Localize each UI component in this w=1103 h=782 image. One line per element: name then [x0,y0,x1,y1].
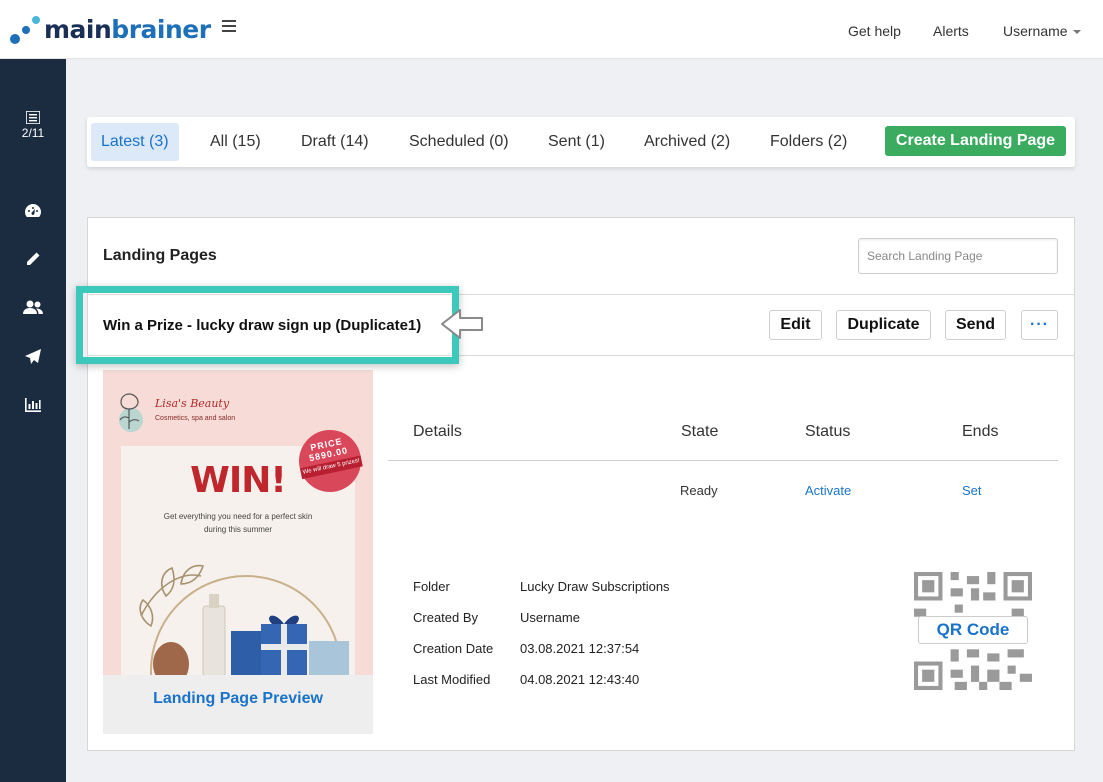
more-options-button[interactable]: ··· [1021,310,1058,340]
preview-text: Get everything you need for a perfect sk… [163,512,313,534]
header-details: Details [413,423,462,440]
highlight-frame [76,286,459,364]
meta-value-folder: Lucky Draw Subscriptions [520,579,670,594]
tab-scheduled[interactable]: Scheduled (0) [399,123,519,161]
table-divider [388,460,1058,461]
list-icon [26,111,40,124]
rose-logo-icon [119,393,143,432]
logo-dots-icon [10,14,44,46]
header-ends: Ends [962,423,999,440]
mainbrainer-logo[interactable]: mainbrainer [10,14,211,46]
pencil-icon [27,252,40,265]
edit-button[interactable]: Edit [769,310,822,340]
sidebar: 2/11 [0,59,66,782]
header-status: Status [805,423,851,440]
panel-title: Landing Pages [103,247,217,264]
get-help-link[interactable]: Get help [848,23,901,39]
tab-folders[interactable]: Folders (2) [760,123,857,161]
meta-label-folder: Folder [413,579,450,594]
user-menu[interactable]: Username [1003,23,1081,39]
sidebar-item-reports[interactable] [0,398,66,412]
username-label: Username [1003,23,1068,39]
preview-label-link[interactable]: Landing Page Preview [103,690,373,708]
sidebar-item-send[interactable] [0,349,66,365]
meta-label-last-modified: Last Modified [413,672,491,687]
duplicate-button[interactable]: Duplicate [836,310,931,340]
logo-text: mainbrainer [44,15,211,44]
search-input[interactable] [858,238,1058,274]
tab-latest[interactable]: Latest (3) [91,123,179,161]
tab-bar: Latest (3) All (15) Draft (14) Scheduled… [87,117,1075,167]
alerts-link[interactable]: Alerts [933,23,969,39]
sidebar-item-dashboard[interactable] [0,203,66,218]
activate-link[interactable]: Activate [805,483,851,498]
sidebar-count: 2/11 [21,126,45,140]
qr-code-button[interactable]: QR Code [918,616,1028,644]
state-value: Ready [680,483,718,498]
bar-chart-icon [25,398,41,412]
header-state: State [681,423,719,440]
sidebar-item-contacts[interactable] [0,300,66,315]
preview-image: Lisa's Beauty Cosmetics, spa and salon W… [103,370,373,675]
caret-down-icon [1072,30,1081,35]
meta-value-created-by: Username [520,610,580,625]
meta-value-last-modified: 04.08.2021 12:43:40 [520,672,640,687]
tab-archived[interactable]: Archived (2) [634,123,740,161]
meta-label-creation-date: Creation Date [413,641,494,656]
users-icon [23,300,43,314]
top-bar: mainbrainer Get help Alerts Username [0,0,1103,59]
send-button[interactable]: Send [945,310,1006,340]
tab-all[interactable]: All (15) [200,123,271,161]
tab-draft[interactable]: Draft (14) [291,123,379,161]
preview-brand: Lisa's Beauty [155,397,230,410]
landing-page-preview[interactable]: Lisa's Beauty Cosmetics, spa and salon W… [103,370,373,734]
meta-label-created-by: Created By [413,610,479,625]
dashboard-icon [25,204,41,217]
preview-brand-sub: Cosmetics, spa and salon [155,415,236,422]
paper-plane-icon [25,349,41,364]
pointer-arrow-icon [441,309,483,339]
meta-value-creation-date: 03.08.2021 12:37:54 [520,641,640,656]
create-landing-page-button[interactable]: Create Landing Page [885,126,1066,156]
hamburger-menu-icon[interactable] [222,20,236,32]
gift-illustration-icon [139,564,349,675]
tab-sent[interactable]: Sent (1) [538,123,615,161]
sidebar-item-campaigns[interactable]: 2/11 [0,111,66,140]
ends-set-link[interactable]: Set [962,483,982,498]
sidebar-item-editor[interactable] [0,251,66,267]
